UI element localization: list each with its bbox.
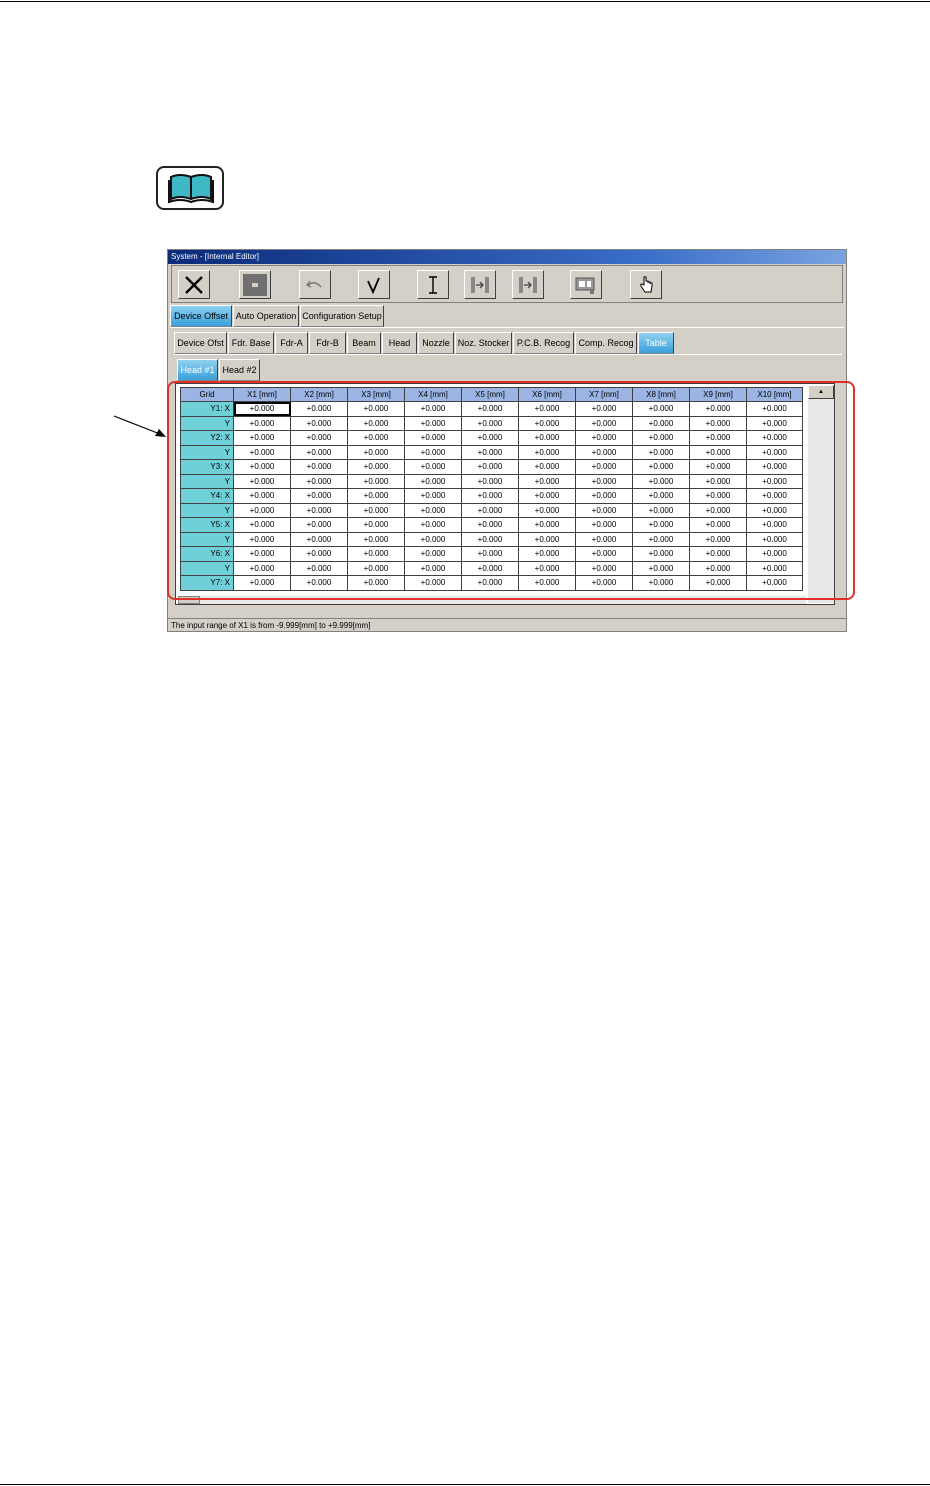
subtab-fdr-b[interactable]: Fdr-B — [309, 332, 346, 354]
text-cursor-icon — [429, 275, 437, 294]
camera-button[interactable] — [570, 270, 602, 299]
sub-tab-divider — [174, 354, 842, 355]
checkmark-icon — [367, 277, 380, 294]
header-rule — [0, 1, 930, 2]
jump-next-icon — [519, 276, 537, 293]
highlight-outline — [167, 381, 855, 600]
main-tab-divider — [170, 327, 844, 328]
jump-first-icon — [471, 276, 489, 293]
undo-arrow-icon — [305, 280, 322, 288]
camera-icon — [575, 277, 595, 294]
jump-first-button[interactable] — [464, 270, 496, 299]
close-x-icon — [185, 275, 203, 294]
undo-button[interactable] — [299, 270, 331, 299]
footer-rule — [0, 1484, 930, 1485]
hand-pointer-icon — [640, 276, 653, 292]
headtab-head-2[interactable]: Head #2 — [219, 359, 260, 381]
text-cursor-button[interactable] — [417, 270, 449, 299]
subtab-comp-recog[interactable]: Comp. Recog — [575, 332, 637, 354]
tab-configuration-setup[interactable]: Configuration Setup — [300, 305, 384, 327]
stop-button[interactable] — [239, 270, 271, 299]
subtab-device-ofst[interactable]: Device Ofst — [174, 332, 227, 354]
subtab-pcb-recog[interactable]: P.C.B. Recog — [513, 332, 574, 354]
jump-next-button[interactable] — [512, 270, 544, 299]
callout-arrow-icon — [113, 415, 166, 437]
confirm-button[interactable] — [358, 270, 390, 299]
window-title: System - [Internal Editor] — [168, 250, 846, 264]
subtab-fdr-base[interactable]: Fdr. Base — [228, 332, 274, 354]
subtab-nozzle[interactable]: Nozzle — [418, 332, 454, 354]
subtab-beam[interactable]: Beam — [347, 332, 381, 354]
tab-auto-operation[interactable]: Auto Operation — [233, 305, 299, 327]
subtab-table[interactable]: Table — [638, 332, 674, 354]
close-button[interactable] — [178, 270, 210, 299]
subtab-fdr-a[interactable]: Fdr-A — [275, 332, 308, 354]
subtab-noz-stocker[interactable]: Noz. Stocker — [455, 332, 512, 354]
manual-book-icon — [156, 166, 224, 210]
subtab-head[interactable]: Head — [382, 332, 417, 354]
hand-pointer-button[interactable] — [630, 270, 662, 299]
status-bar: The input range of X1 is from -9.999[mm]… — [168, 618, 846, 631]
stop-square-icon — [243, 273, 267, 296]
tab-device-offset[interactable]: Device Offset — [170, 305, 232, 327]
toolbar — [171, 265, 843, 303]
headtab-head-1[interactable]: Head #1 — [177, 359, 218, 381]
